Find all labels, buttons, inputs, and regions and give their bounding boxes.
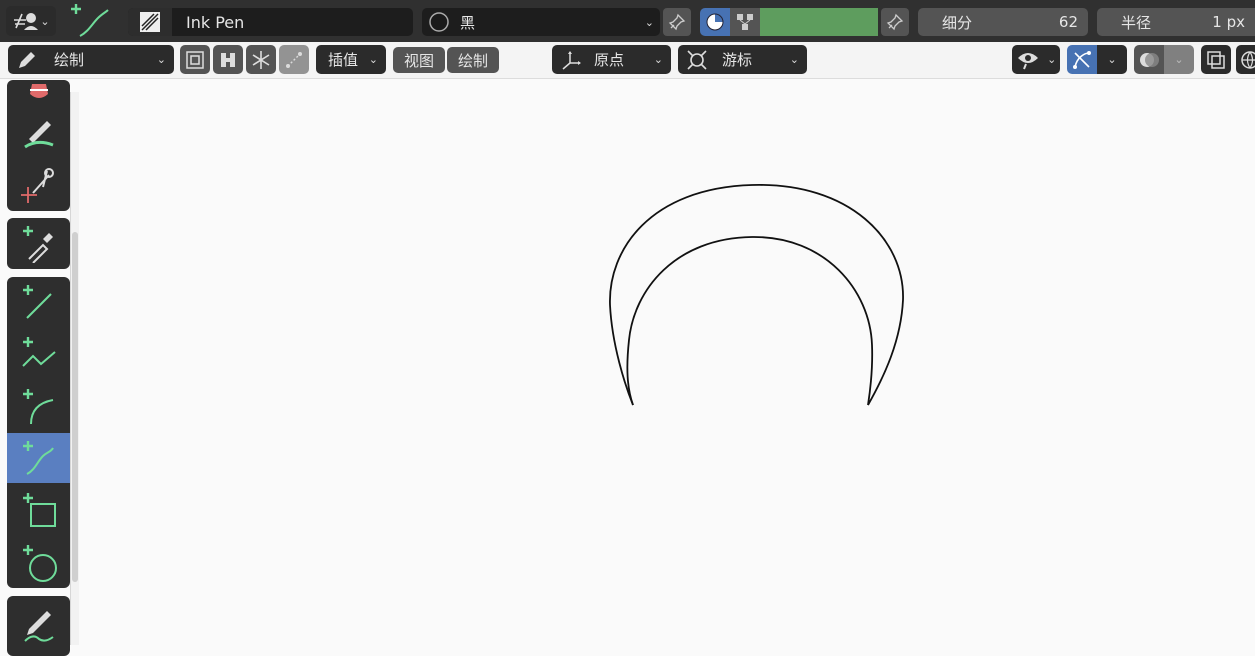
inner-arc-stroke [626,236,874,406]
drawing-canvas[interactable] [0,0,1255,645]
outer-arc-stroke [609,184,904,406]
